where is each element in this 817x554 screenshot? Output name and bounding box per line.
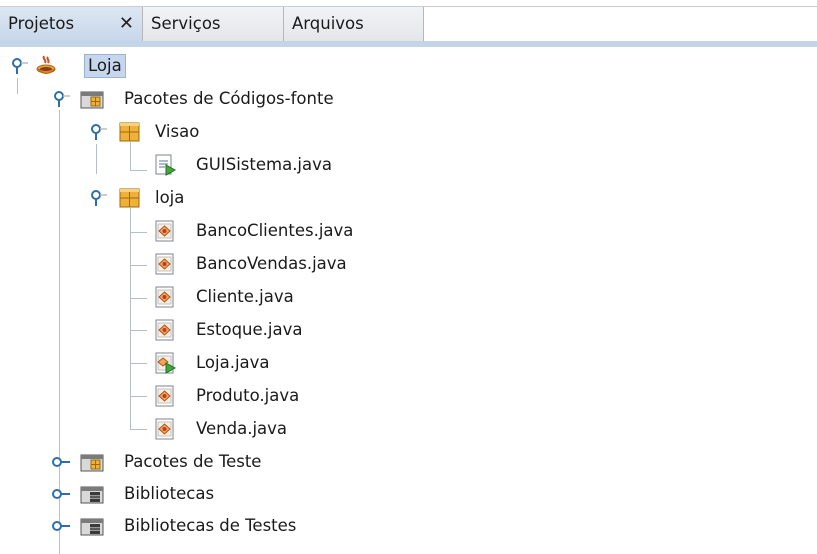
tree-line [130,142,131,170]
java-main-class-icon [153,351,177,375]
tree-node-package-visao[interactable]: Visao [152,120,202,144]
java-class-icon [153,384,177,408]
package-icon [118,186,142,210]
java-class-icon [153,285,177,309]
tab-files-label: Arquivos [292,14,364,33]
tree-line [130,232,147,233]
close-icon[interactable]: ✕ [119,7,134,41]
expand-toggle-icon[interactable] [48,450,72,474]
java-project-icon [35,54,59,78]
source-folder-icon [80,87,104,111]
tree-node-file[interactable]: BancoClientes.java [193,219,356,243]
collapse-toggle-icon[interactable] [6,54,30,78]
java-form-icon [153,153,177,177]
tree-line [130,429,147,430]
tree-node-project-loja[interactable]: Loja [84,54,126,78]
tab-projects-label: Projetos [8,14,75,33]
tree-node-package-loja[interactable]: loja [152,186,187,210]
tree-node-test-libraries[interactable]: Bibliotecas de Testes [121,514,299,538]
test-folder-icon [80,450,104,474]
java-class-icon [153,417,177,441]
tree-line [130,170,147,171]
tree-node-file[interactable]: BancoVendas.java [193,252,350,276]
tree-line [130,265,147,266]
tree-node-file[interactable]: Produto.java [193,384,302,408]
tab-services-label: Serviços [151,14,221,33]
tab-files[interactable]: Arquivos [284,7,424,41]
library-icon [80,482,104,506]
tree-node-test-packages[interactable]: Pacotes de Teste [121,450,264,474]
java-class-icon [153,252,177,276]
tree-line [96,144,97,174]
tree-node-file[interactable]: GUISistema.java [193,153,335,177]
tree-line [130,298,147,299]
tree-line [17,78,18,94]
tab-projects[interactable]: Projetos ✕ [0,7,143,41]
tree-node-file[interactable]: Cliente.java [193,285,297,309]
collapse-toggle-icon[interactable] [48,87,72,111]
tree-node-file[interactable]: Estoque.java [193,318,306,342]
tree-node-source-packages[interactable]: Pacotes de Códigos-fonte [121,87,337,111]
tree-node-libraries[interactable]: Bibliotecas [121,482,217,506]
tree-node-file[interactable]: Venda.java [193,417,290,441]
tree-line [130,330,147,331]
java-class-icon [153,318,177,342]
project-tree[interactable]: Loja Pacotes de Códigos-fonte Visao GUIS… [0,48,817,554]
tree-line [130,396,147,397]
tab-bar-accent [0,41,817,47]
expand-toggle-icon[interactable] [48,514,72,538]
tab-services[interactable]: Serviços [143,7,284,41]
collapse-toggle-icon[interactable] [85,120,109,144]
collapse-toggle-icon[interactable] [85,186,109,210]
package-icon [118,120,142,144]
tree-node-file[interactable]: Loja.java [193,351,273,375]
tab-bar-empty-area [424,7,817,41]
expand-toggle-icon[interactable] [48,482,72,506]
library-icon [80,514,104,538]
java-class-icon [153,219,177,243]
tree-line [130,363,147,364]
tab-bar: Projetos ✕ Serviços Arquivos [0,0,817,48]
